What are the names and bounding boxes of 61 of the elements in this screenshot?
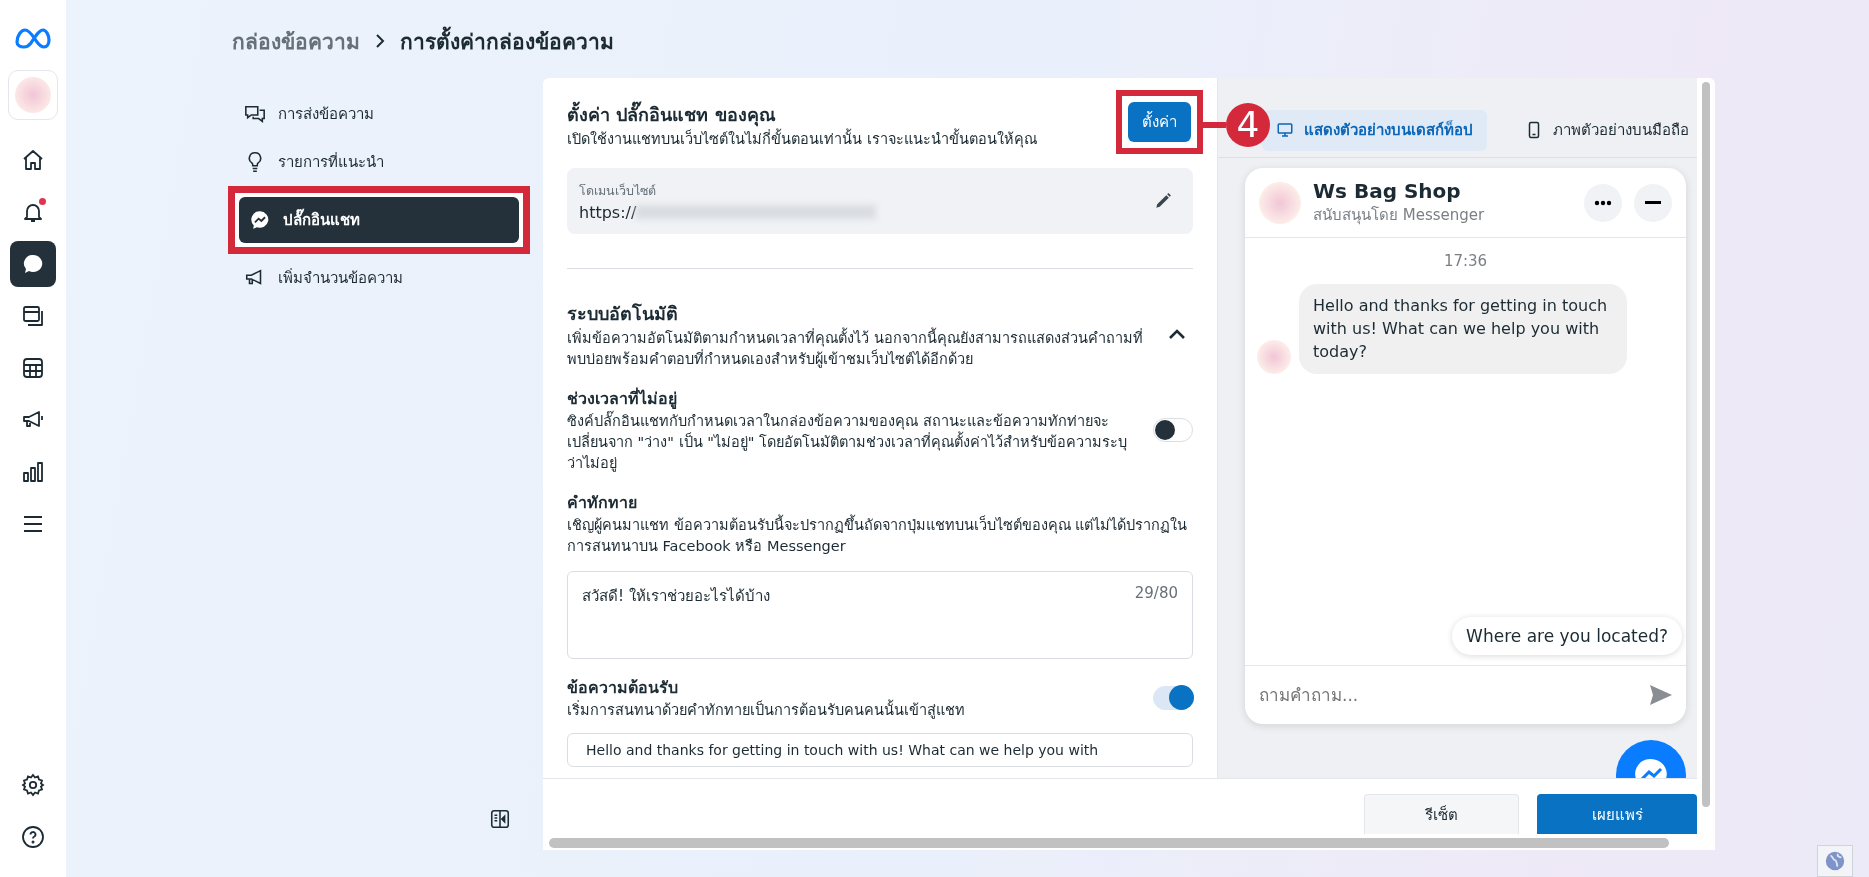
welcome-message-field[interactable]: Hello and thanks for getting in touch with us! What can we help you with	[567, 733, 1193, 768]
table-icon	[21, 356, 45, 380]
bar-chart-icon	[21, 460, 45, 484]
setting-description: เชิญผู้คนมาแชท ข้อความต้อนรับนี้จะปรากฏขึ้นถัดจากปุ่มแชทบนเว็บไซต์ของคุณ แต่ไม่ได้ปรากฏในการสนทนาบน Facebook หรือ Messenger	[567, 515, 1193, 558]
setting-description: ซิงค์ปลั๊กอินแชทกับกำหนดเวลาในกล่องข้อความของคุณ สถานะและข้อความทักท่ายจะเปลี่ยนจาก "ว่าง" เป็น "ไม่อยู่" โดยอัตโนมัติตามช่วงเวลาที่คุณตั้งค่าไว้สำหรับข้อความระบุว่าไม่อยู่	[567, 411, 1133, 475]
rail-item[interactable]	[10, 241, 56, 287]
horizontal-scrollbar[interactable]	[549, 838, 1669, 848]
setting-title: คำทักทาย	[567, 492, 638, 515]
setting-title: ช่วงเวลาที่ไม่อยู่	[567, 386, 678, 410]
messenger-icon	[249, 209, 271, 231]
minus-icon	[1645, 200, 1661, 205]
message-bubble: Hello and thanks for getting in touch with us! What can we help you with today?	[1299, 284, 1627, 374]
globe-icon	[1824, 850, 1846, 872]
collapse-panel-icon[interactable]	[489, 808, 511, 830]
section-title: ตั้งค่า ปลั๊กอินแชท ของคุณ	[567, 100, 1116, 129]
monitor-icon	[1276, 121, 1294, 139]
chat-bubbles-icon	[244, 103, 266, 125]
section-description: เพิ่มข้อความอัตโนมัติตามกำหนดเวลาที่คุณตั้งไว้ นอกจากนี้คุณยังสามารถแสดงส่วนคำถามที่พบบ่อยพร้อมคำตอบที่กำหนดเองสำหรับผู้เข้าชมเว็บไซต์ได้อีกด้วย	[567, 328, 1145, 371]
setting-description: เริ่มการสนทนาด้วยคำทักทายเป็นการต้อนรับคนคนนั้นเข้าสู่แชท	[567, 700, 1133, 722]
shop-name: Ws Bag Shop	[1313, 178, 1462, 203]
field-value: https://	[579, 202, 637, 222]
settings-nav-item[interactable]: การส่งข้อความ	[234, 96, 524, 132]
quick-reply-chip[interactable]: Where are you located?	[1452, 617, 1682, 655]
settings-nav-item[interactable]: เพิ่มจำนวนข้อความ	[234, 260, 524, 296]
minimize-button[interactable]	[1634, 183, 1672, 222]
greeting-text-area[interactable]: สวัสดี! ให้เราช่วยอะไรได้บ้าง 29/80	[567, 571, 1193, 660]
send-icon[interactable]	[1648, 683, 1674, 707]
settings-nav-item[interactable]: ปลั๊กอินแชท	[239, 197, 519, 243]
section-description: เปิดใช้งานแชทบนเว็บไซต์ในไม่กี่ขั้นตอนเท่านั้น เราจะแนะนำขั้นตอนให้คุณ	[567, 129, 1116, 150]
chat-bubble-icon	[21, 252, 45, 276]
message-time: 17:36	[1443, 252, 1488, 270]
more-options-button[interactable]	[1584, 183, 1622, 222]
home-icon	[21, 148, 45, 172]
field-label: โดเมนเว็บไซต์	[579, 181, 657, 200]
toggle-switch[interactable]	[1153, 418, 1193, 443]
help-icon	[21, 825, 45, 849]
setup-button[interactable]: ตั้งค่า	[1128, 102, 1191, 142]
shop-avatar	[1257, 339, 1291, 374]
publish-button[interactable]: เผยแพร่	[1537, 794, 1697, 834]
setting-title: ข้อความต้อนรับ	[567, 677, 679, 699]
domain-field[interactable]: โดเมนเว็บไซต์ https://	[567, 168, 1193, 234]
shop-avatar	[1259, 181, 1301, 224]
ellipsis-icon	[1594, 199, 1612, 206]
shop-subtitle: สนับสนุนโดย Messenger	[1313, 204, 1486, 227]
character-counter: 29/80	[1134, 584, 1178, 603]
breadcrumb-link[interactable]: กล่องข้อความ	[232, 24, 360, 58]
language-button[interactable]	[1817, 845, 1853, 877]
reset-button[interactable]: รีเซ็ต	[1364, 794, 1519, 834]
chevron-right-icon	[374, 32, 386, 50]
vertical-scrollbar[interactable]	[1702, 82, 1710, 807]
preview-tab[interactable]: ภาพตัวอย่างบนมือถือ	[1511, 109, 1697, 151]
breadcrumb-current: การตั้งค่ากล่องข้อความ	[400, 24, 614, 58]
pencil-icon[interactable]	[1153, 191, 1173, 211]
settings-nav-item[interactable]: รายการที่แนะนำ	[234, 144, 524, 180]
infinity-logo-icon[interactable]	[13, 26, 53, 50]
toggle-switch[interactable]	[1153, 686, 1193, 711]
question-input[interactable]: ถามคำถาม...	[1257, 684, 1648, 706]
settings-icon	[21, 773, 45, 797]
preview-tab[interactable]: แสดงตัวอย่างบนเดสก์ท็อป	[1262, 109, 1487, 151]
stacked-pages-icon	[21, 304, 45, 328]
section-title: ระบบอัตโนมัติ	[567, 302, 679, 326]
